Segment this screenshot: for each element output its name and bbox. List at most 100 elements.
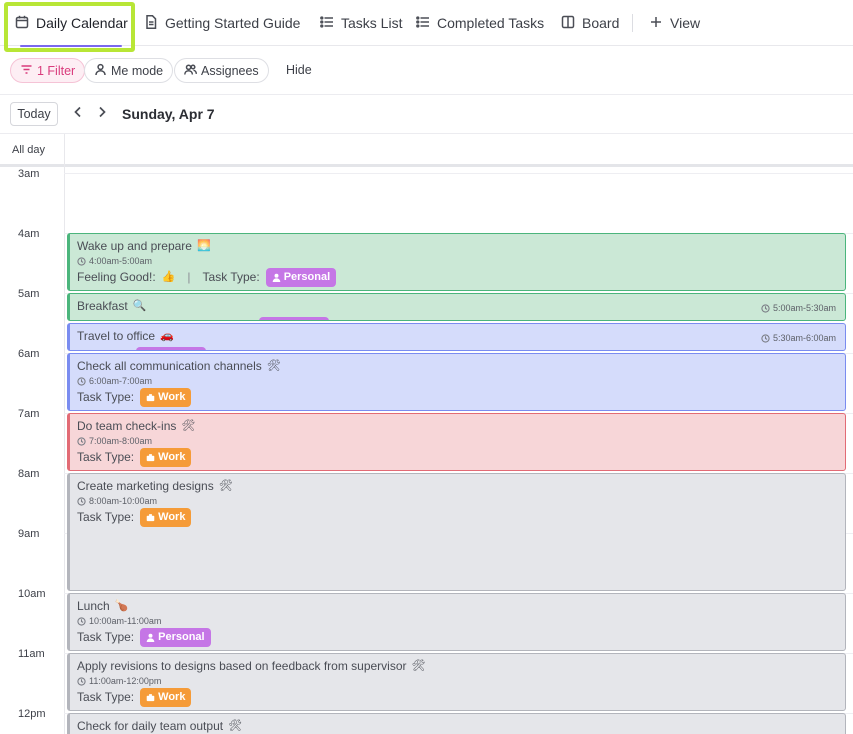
task-type-badge[interactable]: Work bbox=[140, 687, 192, 707]
event-fields: Task Type: Work bbox=[77, 447, 192, 467]
calendar-event[interactable]: Travel to office 🚗 5:30am-6:00am bbox=[67, 323, 846, 351]
sunrise-emoji: 🌅 bbox=[196, 239, 211, 252]
tools-emoji: 🛠 bbox=[411, 659, 426, 672]
feeling-field-label: Feeling Good!: bbox=[77, 270, 156, 284]
calendar-event[interactable]: Lunch 🍗 10:00am-11:00am Task Type: Perso… bbox=[67, 593, 846, 651]
chevron-left-icon bbox=[73, 105, 83, 123]
board-icon bbox=[560, 14, 576, 33]
time-grid: 3am 4am 5am 6am 7am 8am 9am 10am 11am 12… bbox=[0, 167, 853, 734]
tab-daily-calendar[interactable]: Daily Calendar bbox=[14, 0, 128, 47]
me-mode-button[interactable]: Me mode bbox=[84, 58, 174, 83]
calendar-event[interactable]: Breakfast 🔍 5:00am-5:30am bbox=[67, 293, 846, 321]
task-type-badge[interactable]: Work bbox=[140, 447, 192, 467]
hide-button[interactable]: Hide bbox=[286, 63, 312, 77]
calendar-event[interactable]: Do team check-ins 🛠 7:00am-8:00am Task T… bbox=[67, 413, 846, 471]
tools-emoji: 🛠 bbox=[266, 359, 281, 372]
tab-label: Getting Started Guide bbox=[165, 15, 301, 31]
event-time-text: 10:00am-11:00am bbox=[89, 616, 162, 626]
search-emoji: 🔍 bbox=[132, 299, 147, 312]
clock-icon bbox=[77, 496, 86, 506]
event-title-row: Do team check-ins 🛠 bbox=[77, 419, 195, 433]
next-day-button[interactable] bbox=[94, 105, 110, 123]
task-type-badge[interactable]: Personal bbox=[140, 627, 211, 647]
event-title-row: Check for daily team output 🛠 bbox=[77, 719, 242, 733]
current-date-title: Sunday, Apr 7 bbox=[122, 106, 215, 122]
calendar-event[interactable]: Apply revisions to designs based on feed… bbox=[67, 653, 846, 711]
filter-button[interactable]: 1 Filter bbox=[10, 58, 86, 83]
event-fields: Task Type: Work bbox=[77, 687, 192, 707]
event-time: 11:00am-12:00pm bbox=[77, 676, 161, 686]
hour-label: 4am bbox=[18, 228, 40, 240]
filter-label: 1 Filter bbox=[37, 63, 76, 78]
gutter-divider bbox=[64, 134, 65, 167]
list-icon bbox=[415, 14, 431, 33]
tab-tasks-list[interactable]: Tasks List bbox=[319, 0, 402, 46]
clipped-badge bbox=[259, 317, 329, 320]
person-icon bbox=[94, 63, 107, 79]
tab-label: Tasks List bbox=[341, 15, 403, 31]
me-mode-label: Me mode bbox=[111, 63, 164, 78]
badge-label: Personal bbox=[158, 631, 205, 643]
tab-label: Daily Calendar bbox=[36, 15, 128, 31]
hour-label: 11am bbox=[18, 648, 45, 660]
calendar-event[interactable]: Wake up and prepare 🌅 4:00am-5:00am Feel… bbox=[67, 233, 846, 291]
filter-icon bbox=[20, 63, 33, 79]
calendar-event[interactable]: Check for daily team output 🛠 bbox=[67, 713, 846, 734]
event-fields: Task Type: Work bbox=[77, 387, 192, 407]
event-title-row: Check all communication channels 🛠 bbox=[77, 359, 281, 373]
tab-label: Completed Tasks bbox=[437, 15, 545, 31]
event-time-text: 4:00am-5:00am bbox=[89, 256, 153, 266]
calendar-event[interactable]: Check all communication channels 🛠 6:00a… bbox=[67, 353, 846, 411]
person-icon bbox=[272, 273, 280, 282]
badge-label: Work bbox=[158, 391, 186, 403]
today-button[interactable]: Today bbox=[10, 102, 58, 126]
event-title: Check all communication channels bbox=[77, 359, 262, 373]
calendar-event[interactable]: Create marketing designs 🛠 8:00am-10:00a… bbox=[67, 473, 846, 591]
list-icon bbox=[319, 14, 335, 33]
hour-label: 6am bbox=[18, 348, 40, 360]
badge-label: Work bbox=[158, 691, 186, 703]
hour-label: 10am bbox=[18, 588, 46, 600]
tools-emoji: 🛠 bbox=[181, 419, 196, 432]
hour-label: 5am bbox=[18, 288, 40, 300]
badge-label: Work bbox=[158, 451, 186, 463]
event-title-row: Lunch 🍗 bbox=[77, 599, 128, 613]
task-type-label: Task Type: bbox=[77, 390, 135, 404]
filter-toolbar: 1 Filter Me mode Assignees Hide bbox=[0, 46, 853, 95]
event-time-text: 6:00am-7:00am bbox=[89, 376, 153, 386]
event-title-row: Wake up and prepare 🌅 bbox=[77, 239, 211, 253]
previous-day-button[interactable] bbox=[70, 105, 86, 123]
briefcase-icon bbox=[146, 693, 155, 701]
hour-label: 3am bbox=[18, 168, 40, 180]
chevron-right-icon bbox=[97, 105, 107, 123]
person-icon bbox=[146, 633, 155, 642]
assignees-label: Assignees bbox=[201, 63, 259, 78]
hour-label: 12pm bbox=[18, 708, 46, 720]
task-type-badge[interactable]: Work bbox=[140, 507, 192, 527]
event-fields: Task Type: Work bbox=[77, 507, 192, 527]
briefcase-icon bbox=[146, 513, 155, 521]
tab-completed-tasks[interactable]: Completed Tasks bbox=[415, 0, 544, 46]
tab-board[interactable]: Board bbox=[560, 0, 619, 46]
plus-icon bbox=[648, 14, 664, 33]
task-type-badge[interactable]: Personal bbox=[265, 267, 337, 287]
event-time: 5:30am-6:00am bbox=[761, 333, 836, 343]
task-type-label: Task Type: bbox=[77, 510, 135, 524]
event-title: Lunch bbox=[77, 599, 110, 613]
clock-icon bbox=[761, 303, 770, 313]
thumbs-up-emoji: 👍 bbox=[161, 270, 176, 283]
task-type-badge[interactable]: Work bbox=[140, 387, 192, 407]
clock-icon bbox=[77, 436, 86, 446]
hour-label: 9am bbox=[18, 528, 40, 540]
add-view-button[interactable]: View bbox=[648, 0, 700, 46]
event-title-row: Apply revisions to designs based on feed… bbox=[77, 659, 425, 673]
event-time: 8:00am-10:00am bbox=[77, 496, 157, 506]
event-title-row: Breakfast 🔍 bbox=[77, 299, 146, 313]
event-time: 4:00am-5:00am bbox=[77, 256, 152, 266]
tab-getting-started-guide[interactable]: Getting Started Guide bbox=[143, 0, 300, 46]
event-title-row: Travel to office 🚗 bbox=[77, 329, 174, 343]
hour-label: 7am bbox=[18, 408, 40, 420]
assignees-button[interactable]: Assignees bbox=[174, 58, 269, 83]
event-title: Do team check-ins bbox=[77, 419, 177, 433]
event-time-text: 11:00am-12:00pm bbox=[89, 676, 162, 686]
